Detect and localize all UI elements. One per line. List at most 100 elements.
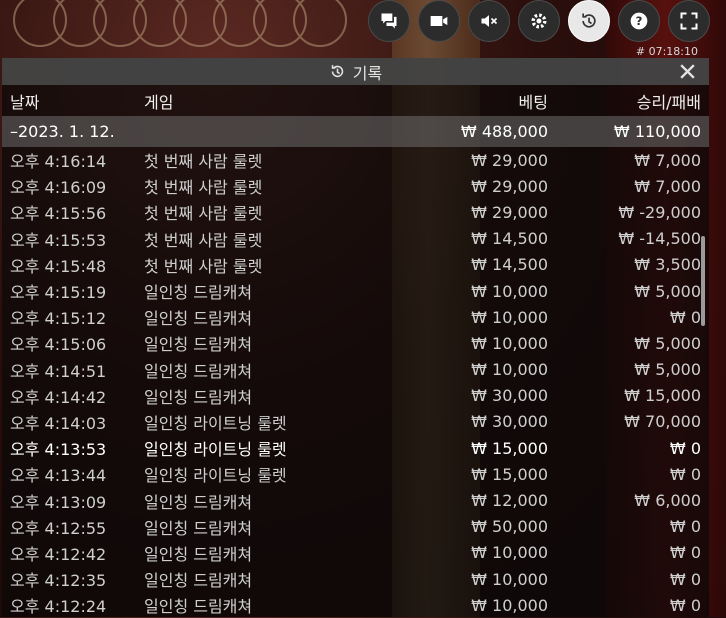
table-row[interactable]: 오후 4:13:44 일인칭 라이트닝 룰렛 ₩ 15,000 ₩ 0 (2, 461, 709, 487)
table-row[interactable]: 오후 4:15:56 첫 번째 사람 룰렛 ₩ 29,000 ₩ -29,000 (2, 199, 709, 225)
column-bet: 베팅 (518, 92, 548, 112)
row-bet: ₩ 10,000 (471, 333, 548, 353)
row-time: 오후 4:13:09 (10, 492, 107, 512)
row-time: 오후 4:14:51 (10, 361, 107, 381)
table-row[interactable]: 오후 4:15:06 일인칭 드림캐쳐 ₩ 10,000 ₩ 5,000 (2, 330, 709, 356)
panel-title: 기록 (352, 63, 383, 83)
table-row[interactable]: 오후 4:12:42 일인칭 드림캐쳐 ₩ 10,000 ₩ 0 (2, 540, 709, 566)
sound-button[interactable] (468, 0, 510, 42)
row-bet: ₩ 10,000 (471, 595, 548, 615)
row-time: 오후 4:13:44 (10, 466, 107, 486)
fullscreen-button[interactable] (668, 0, 710, 42)
help-icon: ? (630, 12, 648, 30)
row-winloss: ₩ 0 (669, 438, 701, 458)
row-game: 일인칭 드림캐쳐 (144, 309, 253, 329)
history-panel: 기록 날짜 게임 베팅 승리/패배 –2023. 1. 12. ₩ 488,00… (2, 58, 709, 617)
row-winloss: ₩ 0 (669, 517, 701, 537)
row-game: 일인칭 드림캐쳐 (144, 492, 253, 512)
row-game: 일인칭 라이트닝 룰렛 (144, 466, 287, 486)
row-bet: ₩ 12,000 (471, 491, 548, 511)
table-row[interactable]: 오후 4:15:48 첫 번째 사람 룰렛 ₩ 14,500 ₩ 3,500 (2, 252, 709, 278)
table-row[interactable]: 오후 4:14:51 일인칭 드림캐쳐 ₩ 10,000 ₩ 5,000 (2, 357, 709, 383)
group-winloss: ₩ 110,000 (613, 122, 701, 141)
history-button[interactable] (568, 0, 610, 42)
row-time: 오후 4:12:24 (10, 597, 107, 617)
date-group-row[interactable]: –2023. 1. 12. ₩ 488,000 ₩ 110,000 (2, 116, 709, 147)
chat-icon (381, 13, 397, 29)
row-bet: ₩ 29,000 (471, 176, 548, 196)
row-bet: ₩ 29,000 (471, 150, 548, 170)
row-bet: ₩ 10,000 (471, 307, 548, 327)
row-winloss: ₩ 5,000 (634, 360, 701, 380)
table-row[interactable]: 오후 4:14:42 일인칭 드림캐쳐 ₩ 30,000 ₩ 15,000 (2, 383, 709, 409)
row-bet: ₩ 10,000 (471, 360, 548, 380)
column-date: 날짜 (10, 92, 40, 112)
table-row[interactable]: 오후 4:12:35 일인칭 드림캐쳐 ₩ 10,000 ₩ 0 (2, 566, 709, 592)
row-game: 일인칭 드림캐쳐 (144, 544, 253, 564)
row-bet: ₩ 30,000 (471, 412, 548, 432)
row-time: 오후 4:16:09 (10, 178, 107, 198)
row-bet: ₩ 15,000 (471, 464, 548, 484)
table-row[interactable]: 오후 4:16:14 첫 번째 사람 룰렛 ₩ 29,000 ₩ 7,000 (2, 147, 709, 173)
table-row[interactable]: 오후 4:12:55 일인칭 드림캐쳐 ₩ 50,000 ₩ 0 (2, 514, 709, 540)
row-time: 오후 4:12:35 (10, 571, 107, 591)
row-time: 오후 4:12:42 (10, 544, 107, 564)
row-winloss: ₩ 70,000 (624, 412, 701, 432)
table-row[interactable]: 오후 4:13:53 일인칭 라이트닝 룰렛 ₩ 15,000 ₩ 0 (2, 435, 709, 461)
top-toolbar: ? (368, 0, 710, 44)
row-winloss: ₩ 15,000 (624, 386, 701, 406)
row-winloss: ₩ -14,500 (618, 229, 701, 249)
row-game: 일인칭 라이트닝 룰렛 (144, 413, 287, 433)
row-bet: ₩ 10,000 (471, 543, 548, 563)
row-time: 오후 4:15:06 (10, 335, 107, 355)
row-winloss: ₩ 7,000 (634, 176, 701, 196)
table-row[interactable]: 오후 4:15:19 일인칭 드림캐쳐 ₩ 10,000 ₩ 5,000 (2, 278, 709, 304)
scrollbar[interactable] (701, 236, 705, 326)
row-time: 오후 4:13:53 (10, 440, 107, 460)
video-button[interactable] (418, 0, 460, 42)
settings-icon (531, 13, 547, 29)
row-game: 일인칭 드림캐쳐 (144, 283, 253, 303)
row-time: 오후 4:14:42 (10, 387, 107, 407)
history-icon (331, 65, 343, 78)
chat-button[interactable] (368, 0, 410, 42)
row-winloss: ₩ 3,500 (634, 255, 701, 275)
table-row[interactable]: 오후 4:13:09 일인칭 드림캐쳐 ₩ 12,000 ₩ 6,000 (2, 487, 709, 513)
column-headers: 날짜 게임 베팅 승리/패배 (2, 85, 709, 116)
row-game: 첫 번째 사람 룰렛 (144, 230, 263, 250)
row-bet: ₩ 15,000 (471, 438, 548, 458)
history-list: –2023. 1. 12. ₩ 488,000 ₩ 110,000 오후 4:1… (2, 116, 709, 618)
column-game: 게임 (144, 92, 174, 112)
table-row[interactable]: 오후 4:12:24 일인칭 드림캐쳐 ₩ 10,000 ₩ 0 (2, 592, 709, 618)
row-bet: ₩ 10,000 (471, 281, 548, 301)
row-game: 일인칭 라이트닝 룰렛 (144, 440, 287, 460)
column-winloss: 승리/패배 (636, 92, 701, 112)
row-time: 오후 4:15:48 (10, 256, 107, 276)
row-winloss: ₩ 5,000 (634, 333, 701, 353)
table-row[interactable]: 오후 4:15:12 일인칭 드림캐쳐 ₩ 10,000 ₩ 0 (2, 304, 709, 330)
svg-text:?: ? (636, 14, 643, 28)
row-game: 첫 번째 사람 룰렛 (144, 178, 263, 198)
clock-display: # 07:18:10 (635, 45, 698, 58)
video-icon (430, 16, 448, 26)
row-bet: ₩ 30,000 (471, 386, 548, 406)
row-winloss: ₩ 0 (669, 543, 701, 563)
help-button[interactable]: ? (618, 0, 660, 42)
row-winloss: ₩ 0 (669, 569, 701, 589)
fullscreen-icon (680, 12, 698, 30)
row-game: 일인칭 드림캐쳐 (144, 597, 253, 617)
table-row[interactable]: 오후 4:16:09 첫 번째 사람 룰렛 ₩ 29,000 ₩ 7,000 (2, 173, 709, 199)
row-game: 일인칭 드림캐쳐 (144, 571, 253, 591)
close-icon[interactable] (678, 62, 697, 81)
table-row[interactable]: 오후 4:15:53 첫 번째 사람 룰렛 ₩ 14,500 ₩ -14,500 (2, 226, 709, 252)
row-game: 일인칭 드림캐쳐 (144, 387, 253, 407)
group-date: –2023. 1. 12. (10, 122, 115, 141)
row-time: 오후 4:16:14 (10, 152, 107, 172)
row-bet: ₩ 50,000 (471, 517, 548, 537)
table-row[interactable]: 오후 4:14:03 일인칭 라이트닝 룰렛 ₩ 30,000 ₩ 70,000 (2, 409, 709, 435)
row-winloss: ₩ 5,000 (634, 281, 701, 301)
row-winloss: ₩ 0 (669, 307, 701, 327)
row-time: 오후 4:15:53 (10, 230, 107, 250)
settings-button[interactable] (518, 0, 560, 42)
background-pattern (13, 0, 347, 47)
